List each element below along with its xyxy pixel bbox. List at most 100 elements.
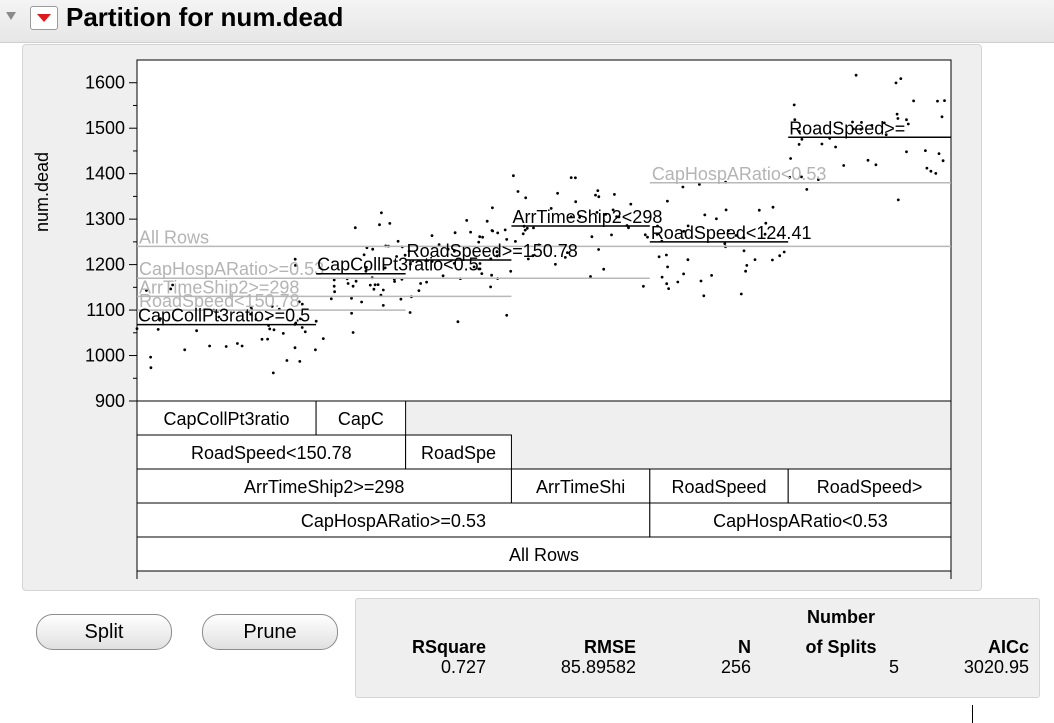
data-point xyxy=(208,344,212,348)
data-point xyxy=(388,222,392,225)
data-point xyxy=(710,274,713,277)
data-point xyxy=(646,235,649,239)
data-point xyxy=(686,258,690,262)
data-point xyxy=(782,250,786,254)
data-point xyxy=(556,191,559,195)
parent-mean-label: CapHospARatio>=0.53 xyxy=(139,259,324,279)
data-point xyxy=(368,283,372,287)
data-point xyxy=(589,275,592,278)
y-tick-label: 1300 xyxy=(85,209,125,229)
rmse-header: RMSE xyxy=(583,637,636,657)
data-point xyxy=(524,196,528,200)
data-point xyxy=(351,284,355,288)
data-point xyxy=(236,342,239,345)
data-point xyxy=(642,284,645,288)
data-point xyxy=(490,273,493,277)
data-point xyxy=(937,152,941,156)
data-point xyxy=(866,158,870,162)
data-point xyxy=(505,313,509,317)
data-point xyxy=(703,213,707,217)
data-point xyxy=(744,269,747,273)
data-point xyxy=(602,267,606,271)
data-point xyxy=(820,142,824,146)
data-point xyxy=(666,265,669,269)
data-point xyxy=(281,332,285,335)
data-point xyxy=(665,282,669,286)
data-point xyxy=(936,99,939,103)
data-point xyxy=(895,112,899,116)
split-button[interactable]: Split xyxy=(36,614,172,650)
data-point xyxy=(509,269,513,273)
data-point xyxy=(682,272,685,276)
data-point xyxy=(681,185,685,189)
parent-mean-label: CapHospARatio<0.53 xyxy=(652,164,827,184)
rsquare-header: RSquare xyxy=(411,637,486,657)
data-point xyxy=(521,232,525,236)
data-point xyxy=(314,348,317,352)
n-value: 256 xyxy=(720,657,751,677)
parent-mean-label: All Rows xyxy=(139,227,209,247)
data-point xyxy=(906,122,910,126)
data-point xyxy=(478,267,482,271)
data-point xyxy=(260,337,264,341)
data-point xyxy=(590,235,594,239)
data-point xyxy=(332,284,336,288)
data-point xyxy=(408,311,412,314)
data-point xyxy=(800,137,804,141)
data-point xyxy=(478,235,482,239)
rsquare-value: 0.727 xyxy=(440,657,486,677)
data-point xyxy=(792,103,796,107)
data-point xyxy=(574,200,578,204)
data-point xyxy=(453,231,457,235)
data-point xyxy=(660,275,664,279)
data-point xyxy=(629,202,633,206)
data-point xyxy=(525,226,529,230)
y-tick-label: 1600 xyxy=(85,73,125,93)
cursor-line xyxy=(972,705,973,723)
y-tick-label: 1400 xyxy=(85,164,125,184)
data-point xyxy=(925,166,929,170)
leaf-mean-label: RoadSpeed<124.41 xyxy=(651,223,812,243)
data-point xyxy=(456,320,460,324)
data-point xyxy=(805,188,809,191)
data-point xyxy=(896,198,900,202)
data-point xyxy=(489,285,492,289)
data-point xyxy=(491,206,494,210)
data-point xyxy=(597,195,601,199)
data-point xyxy=(742,249,746,253)
data-point xyxy=(329,297,333,301)
data-point xyxy=(874,163,878,167)
data-point xyxy=(346,282,350,285)
data-point xyxy=(905,118,908,122)
data-point xyxy=(574,176,577,180)
data-point xyxy=(300,326,304,329)
data-point xyxy=(496,231,500,235)
data-point xyxy=(293,346,297,350)
data-point xyxy=(425,280,428,284)
splits-value: 5 xyxy=(888,657,899,677)
y-tick-label: 1500 xyxy=(85,118,125,138)
data-point xyxy=(665,253,668,257)
plot-area xyxy=(136,59,952,402)
data-point xyxy=(350,311,353,315)
data-point xyxy=(597,248,600,251)
data-point xyxy=(724,208,728,212)
data-point xyxy=(354,279,358,283)
data-point xyxy=(613,193,616,196)
data-point xyxy=(371,247,375,251)
leaf-mean-label: ArrTimeShip2<298 xyxy=(512,207,662,227)
data-point xyxy=(156,328,160,331)
tree-node-label: RoadSpeed> xyxy=(817,477,923,497)
data-point xyxy=(469,230,472,234)
partition-chart: 900 1000 1100 1200 1300 1400 1500 1600 All Rows C… xyxy=(85,59,952,579)
splits-header-line2: of Splits xyxy=(805,637,877,657)
data-point xyxy=(441,274,445,278)
data-point xyxy=(667,287,670,290)
prune-button[interactable]: Prune xyxy=(202,614,338,650)
data-point xyxy=(643,233,647,237)
aicc-header: AICc xyxy=(987,637,1029,657)
data-point xyxy=(834,145,837,149)
data-point xyxy=(481,235,484,239)
data-point xyxy=(941,159,945,163)
summary-stats-table: RSquare 0.727 RMSE 85.89582 N 256 Number… xyxy=(355,598,1040,698)
